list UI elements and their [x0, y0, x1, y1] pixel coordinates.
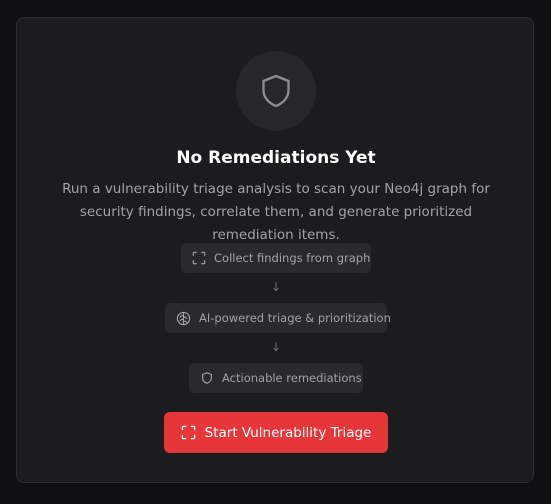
empty-state-card: No Remediations Yet Run a vulnerability … [16, 17, 534, 483]
brain-icon [176, 311, 191, 325]
shield-icon [262, 74, 290, 108]
step-actionable-remediations: Actionable remediations [189, 363, 363, 393]
step-ai-triage: AI-powered triage & prioritization [165, 303, 391, 333]
step-collect-findings: Collect findings from graph [181, 243, 371, 273]
scan-icon [181, 425, 195, 440]
empty-state-title: No Remediations Yet [176, 148, 376, 168]
step-label: Collect findings from graph [214, 251, 371, 265]
start-button-label: Start Vulnerability Triage [204, 424, 372, 441]
step-label: AI-powered triage & prioritization [199, 311, 391, 325]
shield-icon [202, 372, 212, 384]
down-arrow-icon: ↓ [270, 280, 282, 294]
step-label: Actionable remediations [222, 371, 362, 385]
icon-badge [236, 51, 316, 131]
scan-icon [192, 251, 206, 265]
start-vulnerability-triage-button[interactable]: Start Vulnerability Triage [164, 412, 388, 453]
down-arrow-icon: ↓ [270, 340, 282, 354]
empty-state-description: Run a vulnerability triage analysis to s… [62, 181, 490, 243]
